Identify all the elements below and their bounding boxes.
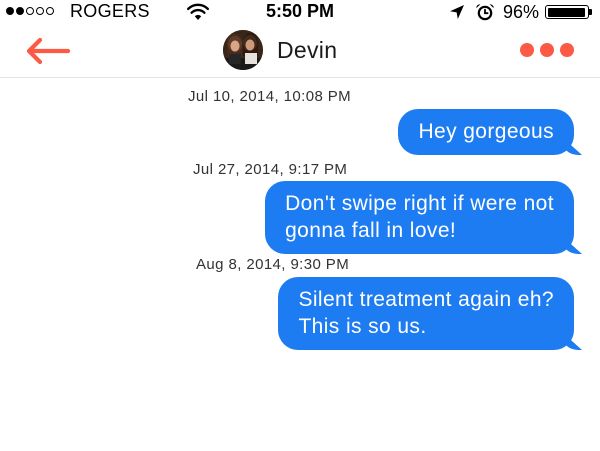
message-text: Don't swipe right if were not bbox=[285, 192, 554, 215]
alarm-clock-icon bbox=[476, 4, 494, 21]
arrow-left-icon bbox=[26, 37, 71, 65]
message-bubble[interactable]: Hey gorgeous bbox=[398, 109, 574, 155]
message-text: This is so us. bbox=[298, 315, 427, 338]
more-dot bbox=[560, 43, 574, 57]
more-dot bbox=[540, 43, 554, 57]
message-text: gonna fall in love! bbox=[285, 219, 457, 242]
battery-tip bbox=[589, 9, 592, 15]
message-timestamp: Jul 27, 2014, 9:17 PM bbox=[193, 161, 348, 178]
status-bar: ROGERS 5:50 PM 96% bbox=[0, 0, 600, 24]
message-bubble[interactable]: Silent treatment again eh? This is so us… bbox=[278, 277, 574, 350]
more-dot bbox=[520, 43, 534, 57]
conversation-header: Devin bbox=[0, 24, 600, 78]
contact-header[interactable]: Devin bbox=[223, 30, 337, 70]
avatar-photo bbox=[223, 30, 263, 70]
more-options-button[interactable] bbox=[520, 42, 574, 58]
message-text: Silent treatment again eh? bbox=[298, 288, 554, 311]
message-timestamp: Jul 10, 2014, 10:08 PM bbox=[188, 88, 352, 105]
battery-icon bbox=[545, 5, 589, 19]
back-button[interactable] bbox=[24, 37, 72, 65]
message-text: Hey gorgeous bbox=[418, 120, 554, 143]
battery-percent: 96% bbox=[502, 1, 539, 22]
message-bubble[interactable]: Don't swipe right if were not gonna fall… bbox=[265, 181, 574, 254]
location-arrow-icon bbox=[449, 5, 464, 19]
status-right: 96% bbox=[449, 2, 592, 22]
message-timestamp: Aug 8, 2014, 9:30 PM bbox=[196, 256, 350, 273]
battery-level-fill bbox=[547, 7, 585, 17]
avatar[interactable] bbox=[223, 30, 263, 70]
contact-name[interactable]: Devin bbox=[277, 37, 337, 64]
